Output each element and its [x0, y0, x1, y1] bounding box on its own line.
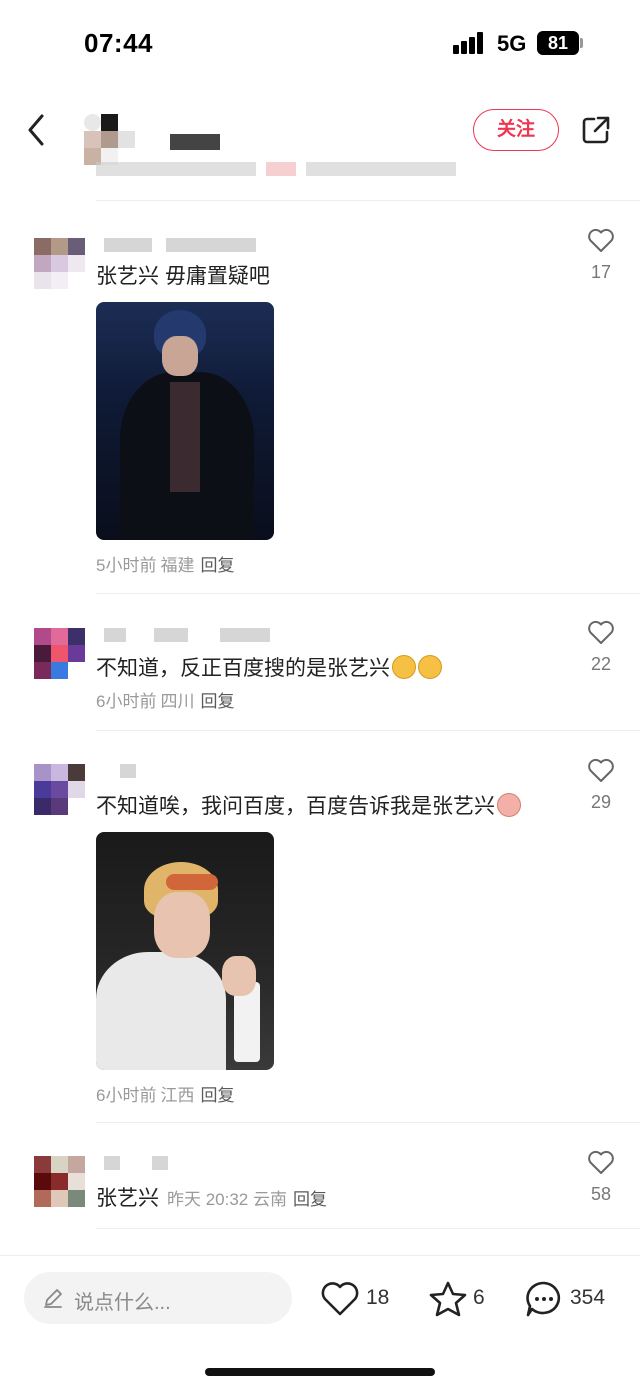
like-count: 17 [590, 262, 612, 282]
avatar[interactable] [34, 764, 86, 816]
comment-text: 张艺兴 昨天 20:32 云南 回复 [96, 1187, 327, 1210]
comment-location: 福建 [160, 556, 195, 575]
divider [96, 730, 640, 731]
reply-button[interactable]: 回复 [200, 1086, 234, 1105]
emoji-icon [418, 655, 442, 679]
comment-location: 四川 [160, 692, 195, 711]
heart-icon[interactable] [587, 619, 615, 645]
comment-bubble-icon [526, 1281, 561, 1317]
follow-button[interactable]: 关注 [473, 109, 559, 151]
comment-text: 张艺兴 毋庸置疑吧 [96, 265, 270, 288]
avatar[interactable] [34, 628, 86, 680]
comment-meta: 6小时前 四川 回复 [96, 687, 234, 712]
comment-meta: 5小时前 福建 回复 [96, 551, 234, 576]
comment-text: 不知道，反正百度搜的是张艺兴 [96, 652, 442, 682]
network-label: 5G [497, 31, 527, 56]
status-time: 07:44 [84, 28, 153, 58]
like-count: 22 [590, 654, 612, 674]
back-icon[interactable] [22, 110, 52, 150]
comment-item: 张艺兴 毋庸置疑吧 17 5小时前 福建 回复 [0, 220, 640, 592]
divider [96, 200, 640, 201]
like-count: 29 [590, 792, 612, 812]
reply-button[interactable]: 回复 [293, 1190, 327, 1209]
signal-icon [453, 32, 489, 54]
heart-icon [321, 1282, 359, 1316]
like-action[interactable]: 18 [320, 1280, 390, 1318]
divider [96, 593, 640, 594]
comment-meta: 6小时前 江西 回复 [96, 1081, 234, 1106]
comment-image[interactable] [96, 832, 274, 1070]
favorite-total: 6 [473, 1286, 485, 1309]
reply-button[interactable]: 回复 [200, 556, 234, 575]
comment-total: 354 [570, 1286, 606, 1309]
comment-image[interactable] [96, 302, 274, 540]
heart-icon[interactable] [587, 1149, 615, 1175]
bottom-action-bar: 说点什么... 18 6 354 [0, 1255, 640, 1387]
comment-time: 5小时前 [96, 556, 157, 575]
battery-icon: 81 [537, 31, 579, 55]
heart-icon[interactable] [587, 757, 615, 783]
reply-button[interactable]: 回复 [200, 692, 234, 711]
divider [96, 1122, 640, 1123]
comment-action[interactable]: 354 [524, 1280, 624, 1318]
author-name-redacted [170, 134, 220, 150]
comment-time: 6小时前 [96, 1086, 157, 1105]
comment-item: 不知道，反正百度搜的是张艺兴 22 6小时前 四川 回复 [0, 612, 640, 728]
heart-icon[interactable] [587, 227, 615, 253]
comment-location: 江西 [160, 1086, 195, 1105]
star-icon [429, 1281, 467, 1317]
avatar[interactable] [34, 238, 86, 290]
comment-input[interactable]: 说点什么... [24, 1272, 292, 1324]
status-bar: 07:44 5G 81 [0, 0, 640, 90]
share-icon[interactable] [580, 114, 612, 146]
like-count: 58 [590, 1184, 612, 1204]
comment-time: 昨天 20:32 [167, 1190, 249, 1209]
comment-item: 不知道唉，我问百度，百度告诉我是张艺兴 29 6小时前 江西 回复 [0, 750, 640, 1120]
comment-location: 云南 [253, 1190, 287, 1209]
pencil-icon [44, 1289, 62, 1308]
input-placeholder: 说点什么... [74, 1292, 171, 1314]
comment-text: 不知道唉，我问百度，百度告诉我是张艺兴 [96, 790, 521, 820]
like-total: 18 [366, 1286, 390, 1309]
emoji-icon [392, 655, 416, 679]
comment-item: 张艺兴 昨天 20:32 云南 回复 58 [0, 1142, 640, 1226]
home-indicator[interactable] [205, 1368, 435, 1376]
avatar[interactable] [34, 1156, 86, 1208]
previous-comment-cutoff [96, 156, 456, 180]
battery-tip [580, 38, 583, 48]
divider [96, 1228, 640, 1229]
emoji-icon [497, 793, 521, 817]
favorite-action[interactable]: 6 [428, 1280, 490, 1318]
comment-time: 6小时前 [96, 692, 157, 711]
